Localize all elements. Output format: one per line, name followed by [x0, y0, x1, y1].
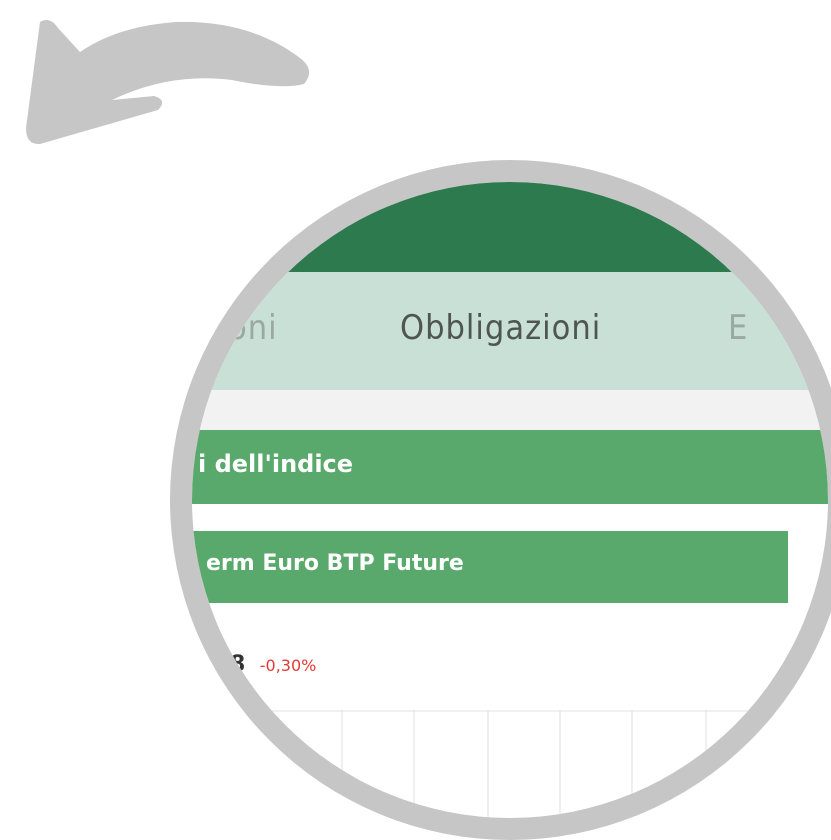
back-arrow-icon[interactable]: [0, 0, 340, 160]
section-header: i dell'indice: [192, 430, 828, 504]
spacer-strip: [192, 390, 828, 430]
tab-azioni[interactable]: oni: [228, 302, 278, 354]
magnifier-ring: oni Obbligazioni E i dell'indice erm Eur…: [170, 160, 831, 840]
magnifier-lens: oni Obbligazioni E i dell'indice erm Eur…: [192, 182, 828, 818]
quote-row: 8 -0,30%: [230, 652, 316, 677]
index-selector[interactable]: erm Euro BTP Future: [192, 531, 788, 603]
tab-obbligazioni[interactable]: Obbligazioni: [400, 302, 601, 354]
tab-etf[interactable]: E: [728, 302, 748, 354]
header-bar: [192, 182, 828, 272]
index-name: erm Euro BTP Future: [206, 551, 464, 576]
section-title: i dell'indice: [198, 450, 354, 478]
quote-change: -0,30%: [259, 656, 317, 675]
chart-grid: [192, 710, 828, 818]
quote-value: 8: [230, 652, 246, 677]
